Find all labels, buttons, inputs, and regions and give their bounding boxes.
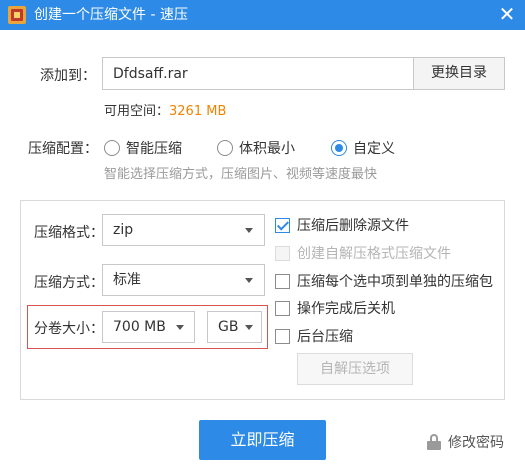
separate-archives-label: 压缩每个选中项到单独的压缩包	[297, 274, 493, 290]
method-select[interactable]: 标准	[102, 264, 265, 296]
checkbox-checked-icon	[275, 217, 290, 233]
background-checkbox[interactable]: 后台压缩	[275, 326, 353, 346]
split-size-value: 700 MB	[113, 319, 166, 335]
checkbox-icon	[275, 245, 290, 261]
radio-smart-label: 智能压缩	[126, 141, 182, 157]
delete-source-label: 压缩后删除源文件	[297, 218, 409, 234]
checkbox-icon	[275, 328, 290, 344]
split-unit-value: GB	[218, 319, 239, 335]
radio-smallest[interactable]: 体积最小	[217, 138, 295, 158]
radio-custom-label: 自定义	[353, 141, 395, 157]
close-button[interactable]: ✕	[495, 3, 519, 27]
shutdown-label: 操作完成后关机	[297, 301, 395, 317]
radio-custom-circle	[331, 140, 347, 156]
archive-name-input[interactable]	[103, 58, 413, 89]
delete-source-checkbox[interactable]: 压缩后删除源文件	[275, 215, 409, 235]
checkbox-icon	[275, 300, 290, 316]
self-extract-label: 创建自解压格式压缩文件	[297, 246, 451, 262]
title-bar: 创建一个压缩文件 - 速压 ✕	[0, 0, 525, 30]
self-extract-checkbox[interactable]: 创建自解压格式压缩文件	[275, 243, 451, 263]
radio-smart[interactable]: 智能压缩	[104, 138, 182, 158]
format-label: 压缩格式：	[34, 225, 104, 241]
chevron-down-icon	[245, 278, 253, 283]
chevron-down-icon	[245, 325, 253, 330]
split-size-label: 分卷大小：	[34, 321, 104, 337]
radio-smallest-label: 体积最小	[239, 141, 295, 157]
archive-name-field[interactable]	[102, 57, 414, 90]
radio-smallest-circle	[217, 140, 233, 156]
sfx-options-button[interactable]: 自解压选项	[297, 353, 413, 385]
free-space-label: 可用空间：	[104, 104, 170, 119]
split-size-select[interactable]: 700 MB	[102, 311, 195, 343]
chevron-down-icon	[176, 325, 184, 330]
checkbox-icon	[275, 273, 290, 289]
compress-now-button[interactable]: 立即压缩	[199, 420, 326, 460]
config-hint: 智能选择压缩方式，压缩图片、视频等速度最快	[104, 167, 378, 182]
free-space-value: 3261 MB	[169, 104, 227, 119]
add-to-label: 添加到：	[40, 68, 96, 84]
change-directory-button[interactable]: 更换目录	[413, 57, 505, 90]
chevron-down-icon	[245, 228, 253, 233]
separate-archives-checkbox[interactable]: 压缩每个选中项到单独的压缩包	[275, 271, 493, 291]
shutdown-checkbox[interactable]: 操作完成后关机	[275, 298, 395, 318]
method-label: 压缩方式：	[34, 275, 104, 291]
method-value: 标准	[113, 272, 141, 288]
window-title: 创建一个压缩文件 - 速压	[34, 7, 188, 23]
app-icon	[8, 6, 26, 24]
background-label: 后台压缩	[297, 329, 353, 345]
change-password-label: 修改密码	[448, 435, 504, 451]
lock-icon	[427, 434, 441, 450]
free-space: 可用空间：3261 MB	[104, 100, 226, 119]
format-select[interactable]: zip	[102, 214, 265, 246]
change-password-link[interactable]: 修改密码	[427, 432, 504, 452]
format-value: zip	[113, 222, 134, 238]
radio-custom[interactable]: 自定义	[331, 138, 395, 158]
compression-config-label: 压缩配置：	[28, 141, 98, 157]
split-unit-select[interactable]: GB	[207, 311, 262, 343]
radio-smart-circle	[104, 140, 120, 156]
